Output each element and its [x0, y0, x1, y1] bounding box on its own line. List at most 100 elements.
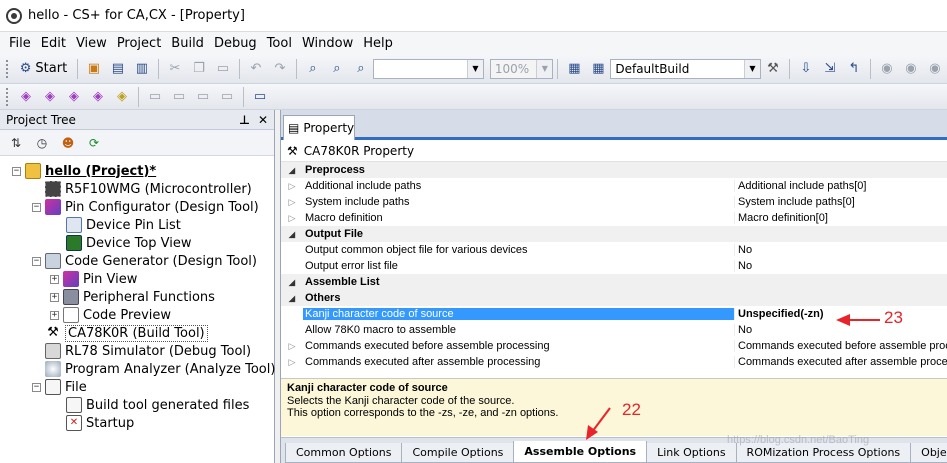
expand-icon[interactable]: ▷ — [281, 213, 303, 224]
tree-node-device-pin-list[interactable]: Device Pin List — [66, 216, 181, 234]
tab-property[interactable]: ▤ Property — [283, 115, 355, 140]
chevron-down-icon[interactable]: ▼ — [466, 59, 483, 78]
property-category-row[interactable]: ◢ Output File — [281, 226, 947, 242]
toolbar-grip[interactable] — [6, 59, 10, 78]
tree-node-project[interactable]: − hello (Project)* — [12, 162, 156, 180]
menu-view[interactable]: View — [71, 36, 112, 51]
save-icon[interactable]: ▤ — [107, 58, 129, 80]
sort-icon[interactable]: ⇅ — [6, 133, 26, 153]
stop-icon[interactable]: ◉ — [876, 58, 898, 80]
property-row[interactable]: ▷ System include paths System include path… — [281, 194, 947, 210]
tree-node-startup[interactable]: ✕ Startup — [66, 414, 134, 432]
back-icon[interactable]: ↰ — [843, 58, 865, 80]
menu-build[interactable]: Build — [166, 36, 209, 51]
find-replace-icon[interactable]: ⌕ — [326, 58, 348, 80]
property-row[interactable]: Kanji character code of source Unspecifie… — [281, 306, 947, 322]
collapse-icon[interactable]: − — [32, 202, 41, 212]
run-icon[interactable]: ◉ — [924, 58, 946, 80]
collapse-icon[interactable]: ◢ — [281, 166, 303, 175]
property-value[interactable]: No — [734, 244, 947, 256]
start-button[interactable]: ⚙ Start — [15, 58, 72, 80]
expand-icon[interactable]: ▷ — [281, 357, 303, 368]
menu-window[interactable]: Window — [297, 36, 358, 51]
step-icon[interactable]: ⇲ — [819, 58, 841, 80]
tool-icon[interactable]: ⚒ — [762, 58, 784, 80]
property-value[interactable]: Commands executed before assemble proces… — [734, 340, 947, 352]
tree-node-build-generated-files[interactable]: Build tool generated files — [66, 396, 249, 414]
zoom-combo[interactable]: 100% ▼ — [489, 58, 554, 79]
save-all-icon[interactable]: ▥ — [131, 58, 153, 80]
open-icon[interactable]: ▣ — [83, 58, 105, 80]
menu-tool[interactable]: Tool — [262, 36, 297, 51]
property-category-row[interactable]: ◢ Others — [281, 290, 947, 306]
build-icon[interactable]: ▦ — [563, 58, 585, 80]
chevron-down-icon[interactable]: ▼ — [536, 59, 553, 78]
tree-node-code-generator[interactable]: − Code Generator (Design Tool) — [32, 252, 257, 270]
tree-node-pin-configurator[interactable]: − Pin Configurator (Design Tool) — [32, 198, 259, 216]
tree-node-microcontroller[interactable]: R5F10WMG (Microcontroller) — [45, 180, 252, 198]
property-value[interactable]: Unspecified(-zn) — [734, 308, 947, 320]
tree-node-build-tool[interactable]: ⚒ CA78K0R (Build Tool) — [45, 324, 208, 342]
expand-icon[interactable]: + — [50, 292, 59, 302]
collapse-icon[interactable]: − — [32, 382, 41, 392]
copy-icon[interactable]: ❐ — [188, 58, 210, 80]
collapse-icon[interactable]: ◢ — [281, 278, 303, 287]
menu-edit[interactable]: Edit — [36, 36, 71, 51]
property-value[interactable]: Commands executed after assemble process… — [734, 356, 947, 368]
tree-node-peripheral-functions[interactable]: + Peripheral Functions — [50, 288, 215, 306]
download-icon[interactable]: ⇩ — [795, 58, 817, 80]
window-icon[interactable]: ▭ — [192, 86, 214, 108]
rebuild-icon[interactable]: ▦ — [587, 58, 609, 80]
toolbar-grip[interactable] — [6, 87, 10, 106]
property-value[interactable]: No — [734, 324, 947, 336]
search-combo[interactable]: ▼ — [372, 58, 484, 79]
bookmark-next-icon[interactable]: ◈ — [39, 86, 61, 108]
expand-icon[interactable]: ▷ — [281, 181, 303, 192]
property-value[interactable]: No — [734, 260, 947, 272]
window-icon[interactable]: ▭ — [168, 86, 190, 108]
tab-romization-options[interactable]: ROMization Process Options — [735, 443, 912, 463]
tree-node-file[interactable]: − File — [32, 378, 87, 396]
menu-debug[interactable]: Debug — [209, 36, 262, 51]
property-category-row[interactable]: ◢ Preprocess — [281, 162, 947, 178]
property-value[interactable]: System include paths[0] — [734, 196, 947, 208]
chevron-down-icon[interactable]: ▼ — [744, 59, 760, 78]
menu-project[interactable]: Project — [112, 36, 166, 51]
cut-icon[interactable]: ✂ — [164, 58, 186, 80]
expand-icon[interactable]: + — [50, 274, 59, 284]
collapse-icon[interactable]: ◢ — [281, 230, 303, 239]
property-row[interactable]: ▷ Macro definition Macro definition[0] — [281, 210, 947, 226]
property-row[interactable]: Allow 78K0 macro to assemble No — [281, 322, 947, 338]
tree-node-device-top-view[interactable]: Device Top View — [66, 234, 192, 252]
expand-icon[interactable]: ▷ — [281, 341, 303, 352]
tab-common-options[interactable]: Common Options — [285, 443, 403, 463]
bookmark-clear-icon[interactable]: ◈ — [87, 86, 109, 108]
property-row[interactable]: ▷ Additional include paths Additional incl… — [281, 178, 947, 194]
tree-node-code-preview[interactable]: + Code Preview — [50, 306, 171, 324]
menu-file[interactable]: File — [4, 36, 36, 51]
property-row[interactable]: ▷ Commands executed after assemble proces… — [281, 354, 947, 370]
close-icon[interactable]: ✕ — [258, 113, 268, 127]
tab-compile-options[interactable]: Compile Options — [401, 443, 515, 463]
pin-icon[interactable]: ⊥ — [239, 113, 250, 127]
refresh-icon[interactable]: ⟳ — [84, 133, 104, 153]
collapse-icon[interactable]: ◢ — [281, 294, 303, 303]
user-icon[interactable]: ☻ — [58, 133, 78, 153]
bookmark-prev-icon[interactable]: ◈ — [63, 86, 85, 108]
expand-icon[interactable]: + — [50, 310, 59, 320]
tab-object-convert-options[interactable]: Object Co — [910, 443, 947, 463]
build-config-combo[interactable]: DefaultBuild ▼ — [610, 58, 761, 79]
collapse-icon[interactable]: − — [12, 166, 21, 176]
window-icon[interactable]: ▭ — [249, 86, 271, 108]
property-row[interactable]: Output error list file No — [281, 258, 947, 274]
expand-icon[interactable]: ▷ — [281, 197, 303, 208]
undo-icon[interactable]: ↶ — [245, 58, 267, 80]
find-in-files-icon[interactable]: ⌕ — [350, 58, 372, 80]
find-icon[interactable]: ⌕ — [302, 58, 324, 80]
tree-node-analyze-tool[interactable]: Program Analyzer (Analyze Tool) — [45, 360, 275, 378]
property-value[interactable]: Macro definition[0] — [734, 212, 947, 224]
menu-help[interactable]: Help — [358, 36, 398, 51]
bookmark-list-icon[interactable]: ◈ — [111, 86, 133, 108]
property-category-row[interactable]: ◢ Assemble List — [281, 274, 947, 290]
redo-icon[interactable]: ↷ — [269, 58, 291, 80]
